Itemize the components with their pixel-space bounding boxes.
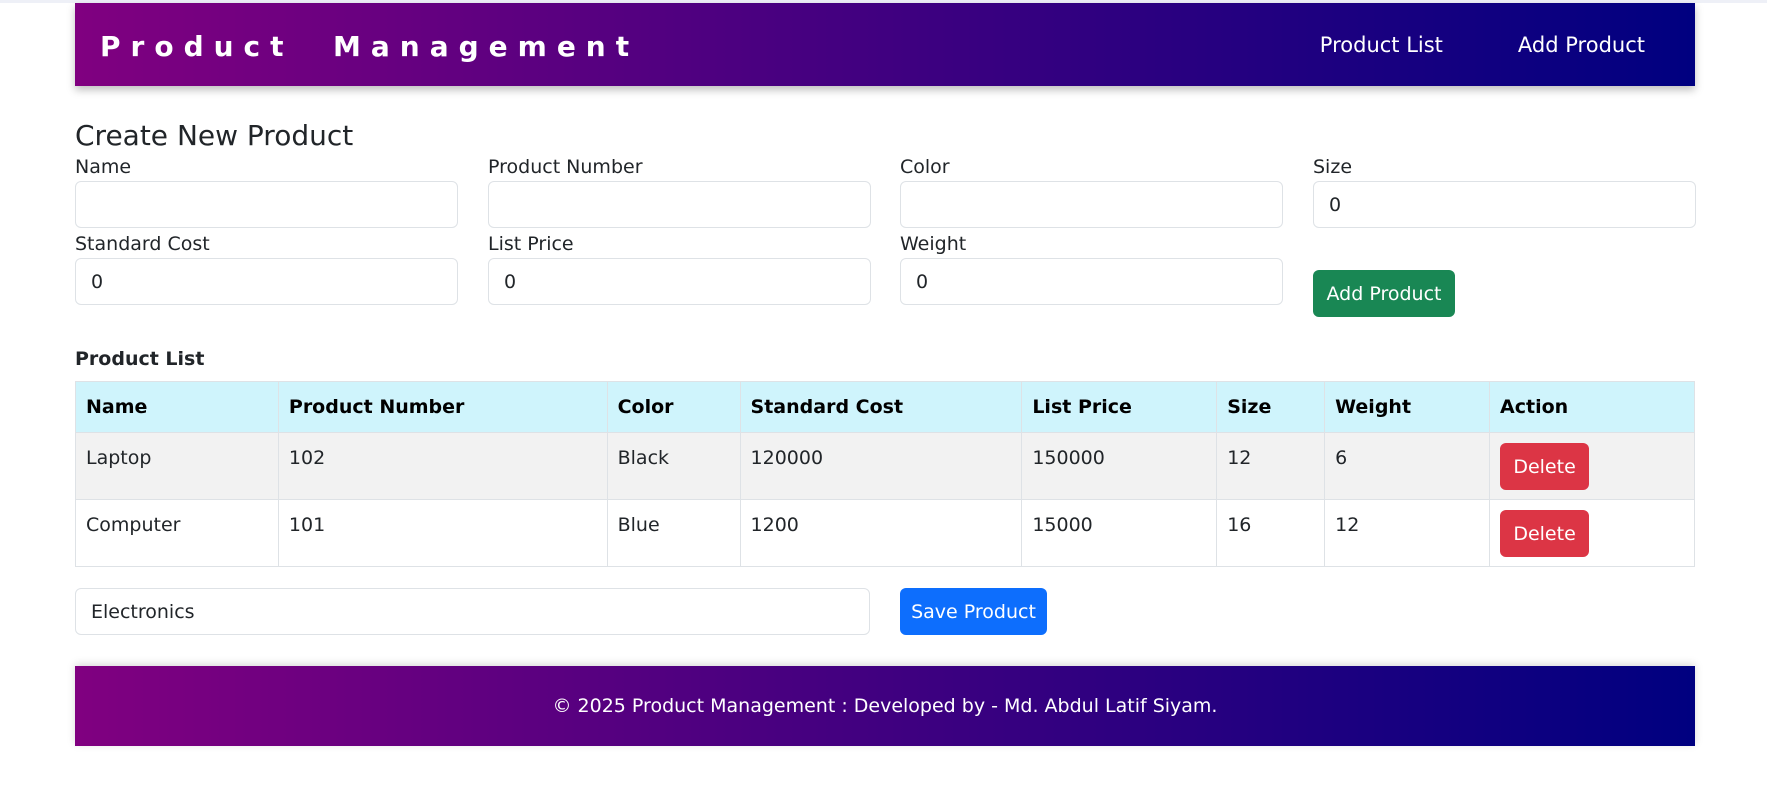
cell-color: Blue (606, 499, 741, 567)
name-field-group: Name (75, 153, 458, 228)
standard-cost-input[interactable] (75, 258, 458, 305)
cell-color: Black (606, 432, 741, 500)
footer-text: © 2025 Product Management : Developed by… (552, 695, 1218, 717)
column-header-list-price: List Price (1021, 381, 1218, 433)
cell-name: Computer (75, 499, 279, 567)
navbar: Product Management Product List Add Prod… (75, 3, 1695, 86)
category-field-group (75, 588, 870, 635)
cell-product-number: 101 (277, 499, 608, 567)
form-title: Create New Product (75, 119, 354, 152)
delete-button[interactable]: Delete (1500, 443, 1590, 490)
size-input[interactable] (1313, 181, 1696, 228)
column-header-weight: Weight (1324, 381, 1491, 433)
name-input[interactable] (75, 181, 458, 228)
size-label: Size (1313, 156, 1353, 178)
color-input[interactable] (900, 181, 1283, 228)
category-input[interactable] (75, 588, 870, 635)
nav-links: Product List Add Product (1245, 3, 1645, 86)
footer: © 2025 Product Management : Developed by… (75, 666, 1695, 746)
standard-cost-label: Standard Cost (75, 233, 210, 255)
product-number-field-group: Product Number (488, 153, 871, 228)
list-price-label: List Price (488, 233, 574, 255)
weight-label: Weight (900, 233, 967, 255)
name-label: Name (75, 156, 132, 178)
cell-size: 16 (1216, 499, 1326, 567)
column-header-color: Color (606, 381, 741, 433)
product-number-input[interactable] (488, 181, 871, 228)
cell-action: Delete (1489, 432, 1695, 500)
list-price-field-group: List Price (488, 230, 871, 305)
weight-field-group: Weight (900, 230, 1283, 305)
column-header-name: Name (75, 381, 279, 433)
cell-standard-cost: 120000 (739, 432, 1023, 500)
page-container: Product Management Product List Add Prod… (75, 3, 1696, 746)
cell-action: Delete (1489, 499, 1695, 567)
product-list-title: Product List (75, 348, 205, 370)
cell-size: 12 (1216, 432, 1326, 500)
column-header-action: Action (1489, 381, 1695, 433)
weight-input[interactable] (900, 258, 1283, 305)
nav-link-add-product[interactable]: Add Product (1518, 33, 1645, 57)
brand-title: Product Management (100, 30, 640, 63)
delete-button[interactable]: Delete (1500, 510, 1590, 557)
column-header-product-number: Product Number (277, 381, 608, 433)
table-row: Laptop 102 Black 120000 150000 12 6 Dele… (75, 432, 1695, 500)
add-product-button[interactable]: Add Product (1313, 270, 1455, 317)
color-field-group: Color (900, 153, 1283, 228)
product-table: Name Product Number Color Standard Cost … (75, 381, 1695, 567)
cell-weight: 6 (1324, 432, 1491, 500)
cell-list-price: 150000 (1021, 432, 1218, 500)
color-label: Color (900, 156, 950, 178)
table-header-row: Name Product Number Color Standard Cost … (75, 381, 1695, 433)
list-price-input[interactable] (488, 258, 871, 305)
nav-link-product-list[interactable]: Product List (1320, 33, 1443, 57)
cell-list-price: 15000 (1021, 499, 1218, 567)
table-row: Computer 101 Blue 1200 15000 16 12 Delet… (75, 499, 1695, 567)
column-header-size: Size (1216, 381, 1326, 433)
save-product-button[interactable]: Save Product (900, 588, 1047, 635)
cell-product-number: 102 (277, 432, 608, 500)
cell-standard-cost: 1200 (739, 499, 1023, 567)
cell-name: Laptop (75, 432, 279, 500)
column-header-standard-cost: Standard Cost (739, 381, 1023, 433)
product-number-label: Product Number (488, 156, 643, 178)
standard-cost-field-group: Standard Cost (75, 230, 458, 305)
cell-weight: 12 (1324, 499, 1491, 567)
size-field-group: Size (1313, 153, 1696, 228)
